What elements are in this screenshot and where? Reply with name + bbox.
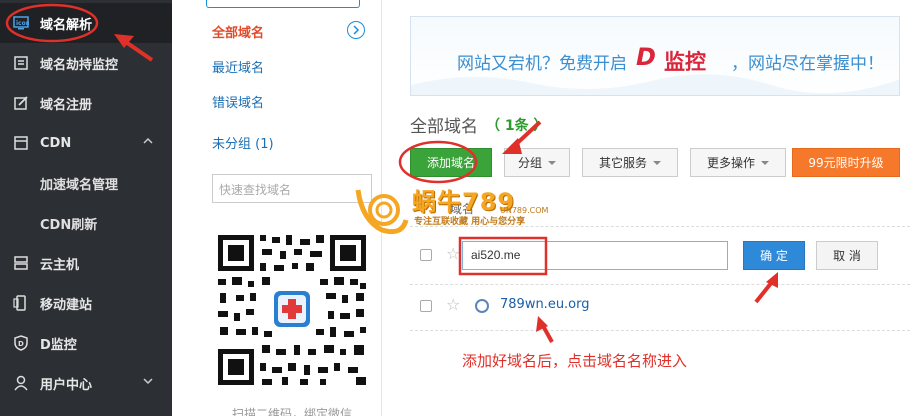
row-checkbox[interactable]: [420, 249, 432, 261]
domain-group-panel: 全部域名 最近域名 错误域名 未分组 (1) 快速查找域名 扫描二维码，绑定微信: [172, 0, 382, 416]
server-icon: [13, 255, 29, 271]
more-actions-label: 更多操作: [706, 156, 755, 170]
sidebar-item-domain-register[interactable]: 域名注册: [0, 83, 172, 123]
banner-text-left: 网站又宕机？免费开启: [457, 54, 627, 74]
annotation-text: 添加好域名后，点击域名名称进入: [462, 352, 688, 370]
sidebar-item-label: 加速域名管理: [40, 177, 119, 193]
row-divider: [410, 284, 910, 285]
row-divider: [410, 330, 910, 331]
sidebar-item-label: CDN: [40, 135, 72, 151]
page-title: 全部域名: [410, 117, 478, 137]
shield-icon: D: [13, 335, 29, 351]
qr-caption: 扫描二维码，绑定微信: [232, 407, 353, 416]
sidebar-item-user-center[interactable]: 用户中心: [0, 363, 172, 403]
sidebar-item-hijack-monitor[interactable]: 域名劫持监控: [0, 43, 172, 83]
sidebar: icon 域名解析 域名劫持监控 域名注册 CDN 加速域名管理 CDN刷新 云…: [0, 0, 172, 416]
banner-text-right: ，网站尽在掌握中！: [731, 54, 884, 74]
mobile-icon: [13, 295, 29, 311]
globe-icon: [475, 299, 489, 313]
app-root: icon 域名解析 域名劫持监控 域名注册 CDN 加速域名管理 CDN刷新 云…: [0, 0, 911, 416]
group-label: 分组: [517, 156, 542, 170]
chevron-right-icon[interactable]: [347, 21, 365, 39]
user-icon: [13, 375, 29, 391]
more-actions-button[interactable]: 更多操作: [690, 148, 786, 177]
star-icon[interactable]: ☆: [446, 295, 460, 314]
group-ungrouped[interactable]: 未分组 (1): [212, 133, 274, 152]
sidebar-item-cdn[interactable]: CDN: [0, 123, 172, 163]
edit-icon: [13, 95, 29, 111]
caret-down-icon: [548, 160, 556, 165]
promo-banner[interactable]: 网站又宕机？免费开启 D 监控 ，网站尽在掌握中！: [410, 16, 900, 96]
confirm-button[interactable]: 确 定: [743, 241, 805, 270]
group-recent-domains[interactable]: 最近域名: [212, 57, 264, 76]
add-domain-label: 添加域名: [426, 156, 475, 170]
chevron-down-icon: [142, 375, 154, 391]
chevron-up-icon: [142, 135, 154, 151]
sidebar-item-label: 域名劫持监控: [40, 57, 119, 73]
domain-link[interactable]: 789wn.eu.org: [500, 297, 590, 312]
row-checkbox[interactable]: [420, 300, 432, 312]
group-dropdown-button[interactable]: 分组: [504, 148, 570, 177]
group-error-domains[interactable]: 错误域名: [212, 92, 264, 111]
snail-logo-icon: [355, 189, 409, 235]
group-all-domains[interactable]: 全部域名: [212, 22, 264, 41]
clipboard-icon: [13, 55, 29, 71]
sidebar-item-label: 域名注册: [40, 97, 93, 113]
other-services-label: 其它服务: [598, 156, 647, 170]
other-services-button[interactable]: 其它服务: [582, 148, 678, 177]
svg-text:icon: icon: [16, 20, 29, 27]
cancel-button[interactable]: 取 消: [816, 241, 878, 270]
banner-d-letter: D: [636, 43, 656, 71]
banner-brand: 监控: [664, 50, 706, 74]
domain-name-input[interactable]: ai520.me: [462, 241, 728, 270]
add-domain-button[interactable]: 添加域名: [410, 148, 492, 177]
watermark-slogan: 专注互联收藏 用心与您分享: [414, 217, 526, 227]
upgrade-button[interactable]: 99元限时升级: [792, 148, 900, 177]
watermark-logo: 蜗牛789 UN789.COM 专注互联收藏 用心与您分享: [352, 180, 572, 240]
svg-text:D: D: [18, 340, 24, 348]
caret-down-icon: [761, 160, 769, 165]
sidebar-item-cloud-host[interactable]: 云主机: [0, 243, 172, 283]
star-icon[interactable]: ☆: [446, 244, 460, 263]
monitor-icon: icon: [13, 15, 29, 31]
wechat-qr-code: [216, 233, 368, 387]
caret-down-icon: [653, 160, 661, 165]
sidebar-item-cdn-domains[interactable]: 加速域名管理: [0, 163, 172, 203]
sidebar-item-label: 移动建站: [40, 297, 93, 313]
upgrade-label: 99元限时升级: [808, 156, 884, 170]
sidebar-item-label: 用户中心: [40, 377, 93, 393]
sidebar-item-label: 域名解析: [40, 17, 93, 33]
sidebar-item-label: CDN刷新: [40, 217, 98, 233]
sidebar-item-label: 云主机: [40, 257, 80, 273]
sidebar-item-label: D监控: [40, 337, 77, 353]
window-icon: [13, 135, 29, 151]
domain-search-input[interactable]: 快速查找域名: [212, 174, 372, 203]
sidebar-item-d-monitor[interactable]: D D监控: [0, 323, 172, 363]
domain-count-badge: （ 1条 ）: [486, 118, 548, 134]
sidebar-item-mobile-site[interactable]: 移动建站: [0, 283, 172, 323]
sidebar-item-cdn-refresh[interactable]: CDN刷新: [0, 203, 172, 243]
sidebar-item-dns[interactable]: icon 域名解析: [0, 3, 172, 43]
top-button-edge[interactable]: [206, 0, 360, 8]
